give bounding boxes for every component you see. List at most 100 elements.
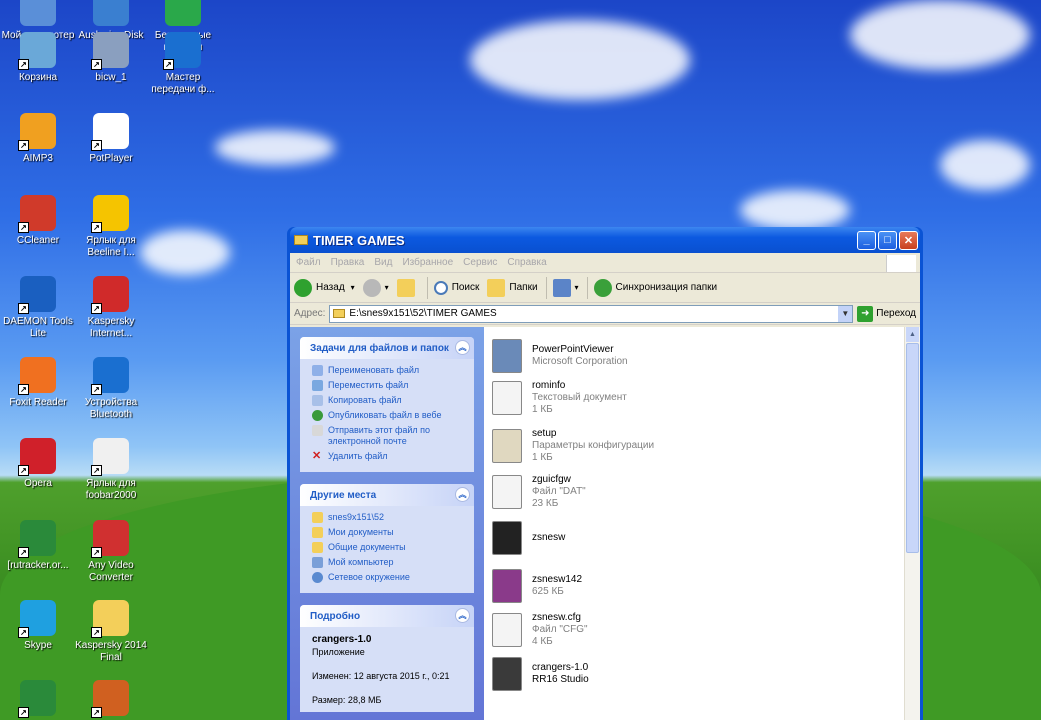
windows-logo-icon <box>886 255 916 272</box>
desktop-icon[interactable]: ↗ Ярлык для foobar2000 <box>73 438 149 502</box>
menu-view[interactable]: Вид <box>374 257 392 268</box>
address-input[interactable]: E:\snes9x151\52\TIMER GAMES ▼ <box>329 304 854 323</box>
explorer-window[interactable]: TIMER GAMES _ □ ✕ Файл Правка Вид Избран… <box>287 227 923 720</box>
desktop-icon[interactable]: ↗ Kaspersky 2014 Final <box>73 600 149 664</box>
search-button[interactable]: Поиск <box>433 280 479 295</box>
menu-help[interactable]: Справка <box>507 257 546 268</box>
desktop-icon[interactable]: ↗ <box>0 680 76 720</box>
chevron-down-icon[interactable]: ▼ <box>838 305 853 322</box>
copy-icon <box>312 395 323 406</box>
maximize-button[interactable]: □ <box>878 230 897 250</box>
details-header[interactable]: Подробно ︽ <box>300 605 474 627</box>
task-rename[interactable]: Переименовать файл <box>312 365 464 376</box>
bluetooth-devices-icon: ↗ <box>91 357 129 395</box>
shortcut-arrow-icon: ↗ <box>91 140 102 151</box>
close-button[interactable]: ✕ <box>899 230 918 250</box>
desktop-icon[interactable]: ↗ Мастер передачи ф... <box>145 32 221 96</box>
menu-file[interactable]: Файл <box>296 257 321 268</box>
menu-tools[interactable]: Сервис <box>463 257 497 268</box>
task-label: Переименовать файл <box>328 365 420 375</box>
kaspersky-payments-icon <box>165 0 201 26</box>
desktop-icon[interactable]: ↗ [rutracker.or... <box>0 520 76 572</box>
other-places-panel: Другие места ︽ snes9x151\52 Мои документ… <box>300 484 474 593</box>
desktop-icon[interactable]: ↗ CCleaner <box>0 195 76 247</box>
task-move[interactable]: Переместить файл <box>312 380 464 391</box>
task-copy[interactable]: Копировать файл <box>312 395 464 406</box>
file-meta: Текстовый документ <box>532 392 627 403</box>
vertical-scrollbar[interactable]: ▲ <box>904 327 920 720</box>
daemon-tools-icon: ↗ <box>18 276 56 314</box>
place-network[interactable]: Сетевое окружение <box>312 572 464 583</box>
desktop-icon[interactable]: ↗ Foxit Reader <box>0 357 76 409</box>
desktop-icon[interactable]: ↗ Opera <box>0 438 76 490</box>
forward-button[interactable]: ▾ <box>362 278 389 297</box>
desktop-icon[interactable]: ↗ Skype <box>0 600 76 652</box>
desktop-icon[interactable]: ↗ Any Video Converter <box>73 520 149 584</box>
task-label: Удалить файл <box>328 451 388 461</box>
place-label: Мои документы <box>328 527 394 537</box>
place-shared-documents[interactable]: Общие документы <box>312 542 464 553</box>
folders-button[interactable]: Папки <box>487 278 538 297</box>
menu-edit[interactable]: Правка <box>331 257 365 268</box>
desktop-icon[interactable]: ↗ Устройства Bluetooth <box>73 357 149 421</box>
file-item[interactable]: crangers-1.0 RR16 Studio <box>488 655 589 693</box>
collapse-icon[interactable]: ︽ <box>455 340 470 355</box>
go-button[interactable]: ➜ Переход <box>857 305 916 322</box>
computer-icon <box>20 0 56 26</box>
folder-icon <box>312 512 323 523</box>
place-my-computer[interactable]: Мой компьютер <box>312 557 464 568</box>
file-item[interactable]: zsnesw <box>488 519 565 557</box>
sync-folder-button[interactable]: Синхронизация папки <box>593 278 717 297</box>
file-item[interactable]: zsnesw.cfg Файл "CFG" 4 КБ <box>488 611 588 649</box>
rename-icon <box>312 365 323 376</box>
desktop-icon[interactable]: ↗ Kaspersky Internet... <box>73 276 149 340</box>
task-delete[interactable]: ✕ Удалить файл <box>312 451 464 462</box>
place-my-documents[interactable]: Мои документы <box>312 527 464 538</box>
views-button[interactable]: ▾ <box>552 278 579 297</box>
shortcut-arrow-icon: ↗ <box>163 59 174 70</box>
minimize-button[interactable]: _ <box>857 230 876 250</box>
go-label: Переход <box>876 308 916 319</box>
recycle-bin-icon: ↗ <box>18 32 56 70</box>
kaspersky-icon: ↗ <box>91 276 129 314</box>
chevron-down-icon[interactable]: ▾ <box>385 283 389 292</box>
window-titlebar[interactable]: TIMER GAMES _ □ ✕ <box>290 227 920 253</box>
up-button[interactable] <box>396 278 419 297</box>
desktop-icon[interactable]: ↗ bicw_1 <box>73 32 149 84</box>
file-item[interactable]: setup Параметры конфигурации 1 КБ <box>488 427 654 465</box>
task-publish[interactable]: Опубликовать файл в вебе <box>312 410 464 421</box>
desktop-icon[interactable]: ↗ AIMP3 <box>0 113 76 165</box>
task-email[interactable]: Отправить этот файл по электронной почте <box>312 425 464 447</box>
details-name: crangers-1.0 <box>312 634 372 645</box>
folders-icon <box>487 278 506 297</box>
desktop-icon[interactable]: ↗ Ярлык для Beeline I... <box>73 195 149 259</box>
desktop-icon[interactable]: ↗ PotPlayer <box>73 113 149 165</box>
file-name: zsnesw <box>532 532 566 543</box>
back-button[interactable]: Назад ▾ <box>294 278 355 297</box>
desktop-icon[interactable]: ↗ <box>73 680 149 720</box>
file-meta: Microsoft Corporation <box>532 356 628 367</box>
cfg-file-icon <box>488 611 526 649</box>
file-tasks-header[interactable]: Задачи для файлов и папок ︽ <box>300 337 474 359</box>
file-item[interactable]: PowerPointViewer Microsoft Corporation <box>488 337 628 375</box>
sky-cloud <box>940 140 1030 190</box>
place-parent-folder[interactable]: snes9x151\52 <box>312 512 464 523</box>
scrollbar-thumb[interactable] <box>906 343 919 553</box>
chevron-down-icon[interactable]: ▾ <box>351 283 355 292</box>
file-list: PowerPointViewer Microsoft Corporation rom… <box>484 327 920 720</box>
collapse-icon[interactable]: ︽ <box>455 487 470 502</box>
file-item[interactable]: zsnesw142 625 КБ <box>488 567 582 605</box>
desktop-icon[interactable]: ↗ Корзина <box>0 32 76 84</box>
shared-folder-icon <box>312 542 323 553</box>
shortcut-arrow-icon: ↗ <box>18 59 29 70</box>
shortcut-arrow-icon: ↗ <box>18 707 29 718</box>
collapse-icon[interactable]: ︽ <box>455 608 470 623</box>
details-panel: Подробно ︽ crangers-1.0 Приложение Измен… <box>300 605 474 712</box>
desktop-icon[interactable]: ↗ DAEMON Tools Lite <box>0 276 76 340</box>
scroll-up-icon[interactable]: ▲ <box>906 327 919 342</box>
other-places-header[interactable]: Другие места ︽ <box>300 484 474 506</box>
menu-favorites[interactable]: Избранное <box>402 257 453 268</box>
file-item[interactable]: zguicfgw Файл "DAT" 23 КБ <box>488 473 586 511</box>
file-item[interactable]: rominfo Текстовый документ 1 КБ <box>488 379 627 417</box>
chevron-down-icon[interactable]: ▾ <box>575 283 579 292</box>
